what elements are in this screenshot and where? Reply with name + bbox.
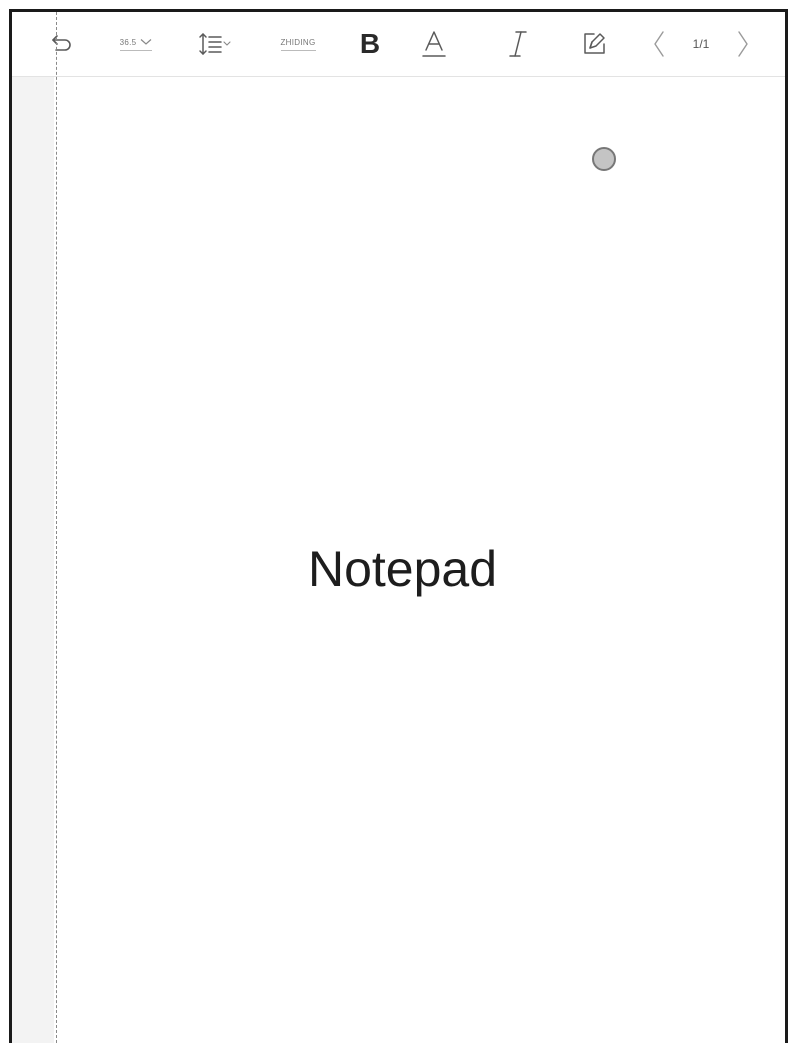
touch-cursor <box>592 147 616 171</box>
document-text[interactable]: Notepad <box>12 540 785 598</box>
italic-icon <box>506 29 530 59</box>
chevron-down-icon <box>140 38 152 46</box>
underline-icon <box>421 29 447 59</box>
bold-icon: B <box>359 28 381 59</box>
edit-square-icon <box>580 30 608 58</box>
undo-icon <box>48 30 76 58</box>
font-size-select[interactable]: 36.5 <box>108 26 164 62</box>
next-page-button[interactable] <box>728 26 758 62</box>
font-family-select[interactable]: ZHIDING <box>270 26 326 62</box>
bold-button[interactable]: B <box>352 26 388 62</box>
toolbar: 36.5 ZHIDING B 1/1 <box>12 12 785 77</box>
device-screen: 36.5 ZHIDING B 1/1 Notepad <box>9 9 788 1043</box>
font-family-field: ZHIDING <box>280 37 316 51</box>
font-size-value: 36.5 <box>119 37 137 47</box>
font-size-field: 36.5 <box>119 37 153 51</box>
undo-button[interactable] <box>42 26 82 62</box>
previous-page-button[interactable] <box>644 26 674 62</box>
edit-button[interactable] <box>576 26 612 62</box>
margin-line <box>56 12 57 1043</box>
line-spacing-button[interactable] <box>192 26 238 62</box>
chevron-left-icon <box>651 29 667 59</box>
line-spacing-icon <box>197 30 233 58</box>
underline-button[interactable] <box>416 26 452 62</box>
chevron-right-icon <box>735 29 751 59</box>
page-indicator-text: 1/1 <box>692 37 710 51</box>
page-indicator: 1/1 <box>678 26 724 62</box>
font-family-value: ZHIDING <box>280 37 316 47</box>
italic-button[interactable] <box>500 26 536 62</box>
